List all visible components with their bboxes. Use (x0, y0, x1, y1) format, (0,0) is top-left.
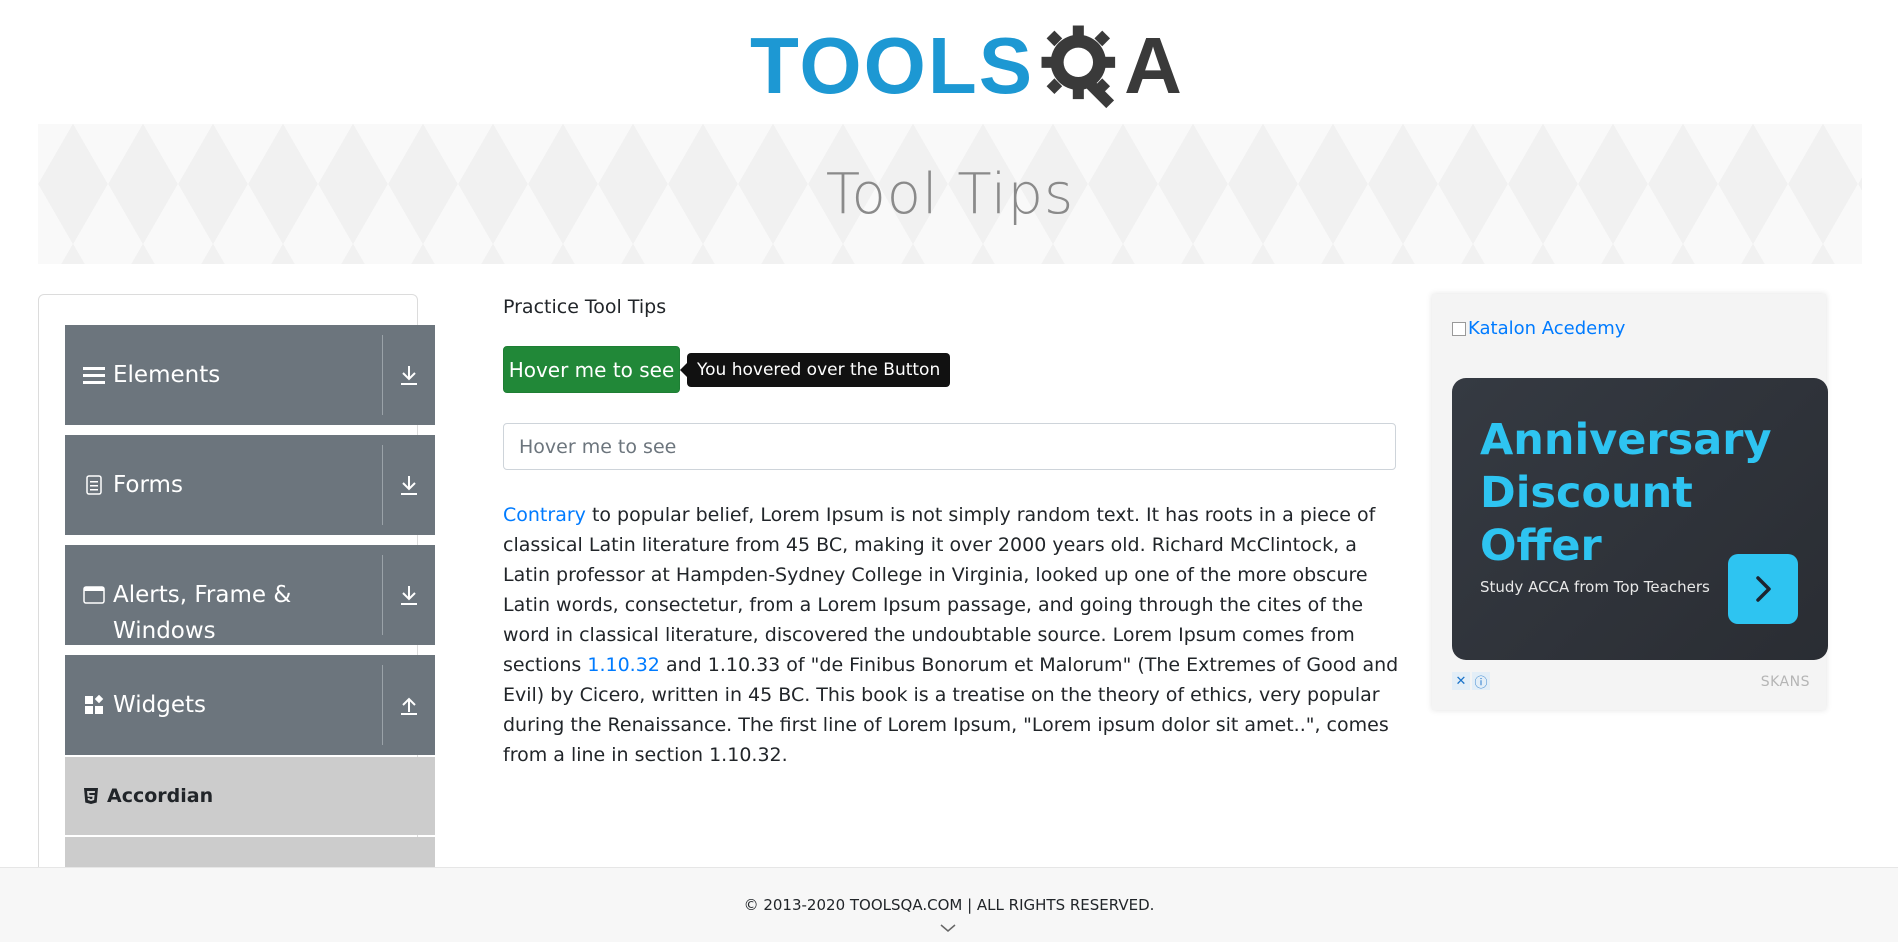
paragraph-text: to popular belief, Lorem Ipsum is not si… (503, 504, 1376, 676)
sidebar-group-label: Elements (113, 362, 221, 388)
chevron-right-icon[interactable] (1728, 554, 1798, 624)
sidebar-item-label: Accordian (107, 785, 214, 807)
gear-magnifier-icon (1041, 25, 1116, 109)
sidebar-group-label: Alerts, Frame & Windows (113, 582, 292, 644)
left-sidebar: Elements Forms Alerts, Frame & Windows W… (38, 294, 435, 942)
logo-tools-text: TOOLS (750, 21, 1035, 110)
logo-a-text: A (1124, 21, 1184, 110)
sidebar-group-elements[interactable]: Elements (65, 325, 435, 425)
ad-controls: ✕ ⓘ (1452, 672, 1490, 691)
ad-headline: Anniversary Discount Offer (1480, 415, 1772, 571)
broken-image-icon (1452, 321, 1466, 336)
upload-arrow-icon[interactable] (383, 655, 435, 755)
tooltip: You hovered over the Button (679, 353, 951, 387)
ad-brand: SKANS (1760, 674, 1810, 690)
sidebar-group-alerts[interactable]: Alerts, Frame & Windows (65, 545, 435, 645)
download-arrow-icon[interactable] (383, 545, 435, 645)
chevron-down-icon[interactable] (938, 922, 958, 934)
hamburger-icon (83, 364, 105, 386)
broken-image-alt: Katalon Acedemy (1468, 318, 1626, 339)
section-link[interactable]: 1.10.32 (587, 654, 660, 676)
section-title: Practice Tool Tips (503, 296, 667, 318)
info-icon[interactable]: ⓘ (1472, 672, 1490, 691)
hover-me-button[interactable]: Hover me to see (503, 346, 680, 393)
window-icon (83, 584, 105, 606)
page-title: Tool Tips (825, 161, 1075, 227)
hover-me-input[interactable] (503, 423, 1396, 470)
sidebar-group-forms[interactable]: Forms (65, 435, 435, 535)
footer: © 2013-2020 TOOLSQA.COM | ALL RIGHTS RES… (0, 867, 1898, 942)
lorem-paragraph: Contrary to popular belief, Lorem Ipsum … (503, 500, 1403, 770)
advertisement[interactable]: Katalon Acedemy Anniversary Discount Off… (1432, 294, 1828, 710)
page-banner: Tool Tips (38, 124, 1862, 264)
download-arrow-icon[interactable] (383, 325, 435, 425)
html5-icon (84, 788, 98, 804)
contrary-link[interactable]: Contrary (503, 504, 586, 526)
footer-copyright: © 2013-2020 TOOLSQA.COM | ALL RIGHTS RES… (743, 896, 1155, 914)
download-arrow-icon[interactable] (383, 435, 435, 535)
widgets-icon (83, 694, 105, 716)
sidebar-item-accordian[interactable]: Accordian (65, 757, 435, 835)
ad-subtext: Study ACCA from Top Teachers (1480, 578, 1710, 596)
ad-card[interactable]: Anniversary Discount Offer Study ACCA fr… (1452, 378, 1828, 660)
toolsqa-logo[interactable]: TOOLS A (750, 18, 1182, 114)
sidebar-group-widgets[interactable]: Widgets (65, 655, 435, 755)
sidebar-group-label: Widgets (113, 692, 206, 718)
logo-qa: A (1034, 20, 1184, 112)
broken-image[interactable]: Katalon Acedemy (1452, 318, 1625, 339)
sidebar-group-label: Forms (113, 472, 183, 498)
close-icon[interactable]: ✕ (1452, 672, 1470, 690)
document-icon (83, 474, 105, 496)
